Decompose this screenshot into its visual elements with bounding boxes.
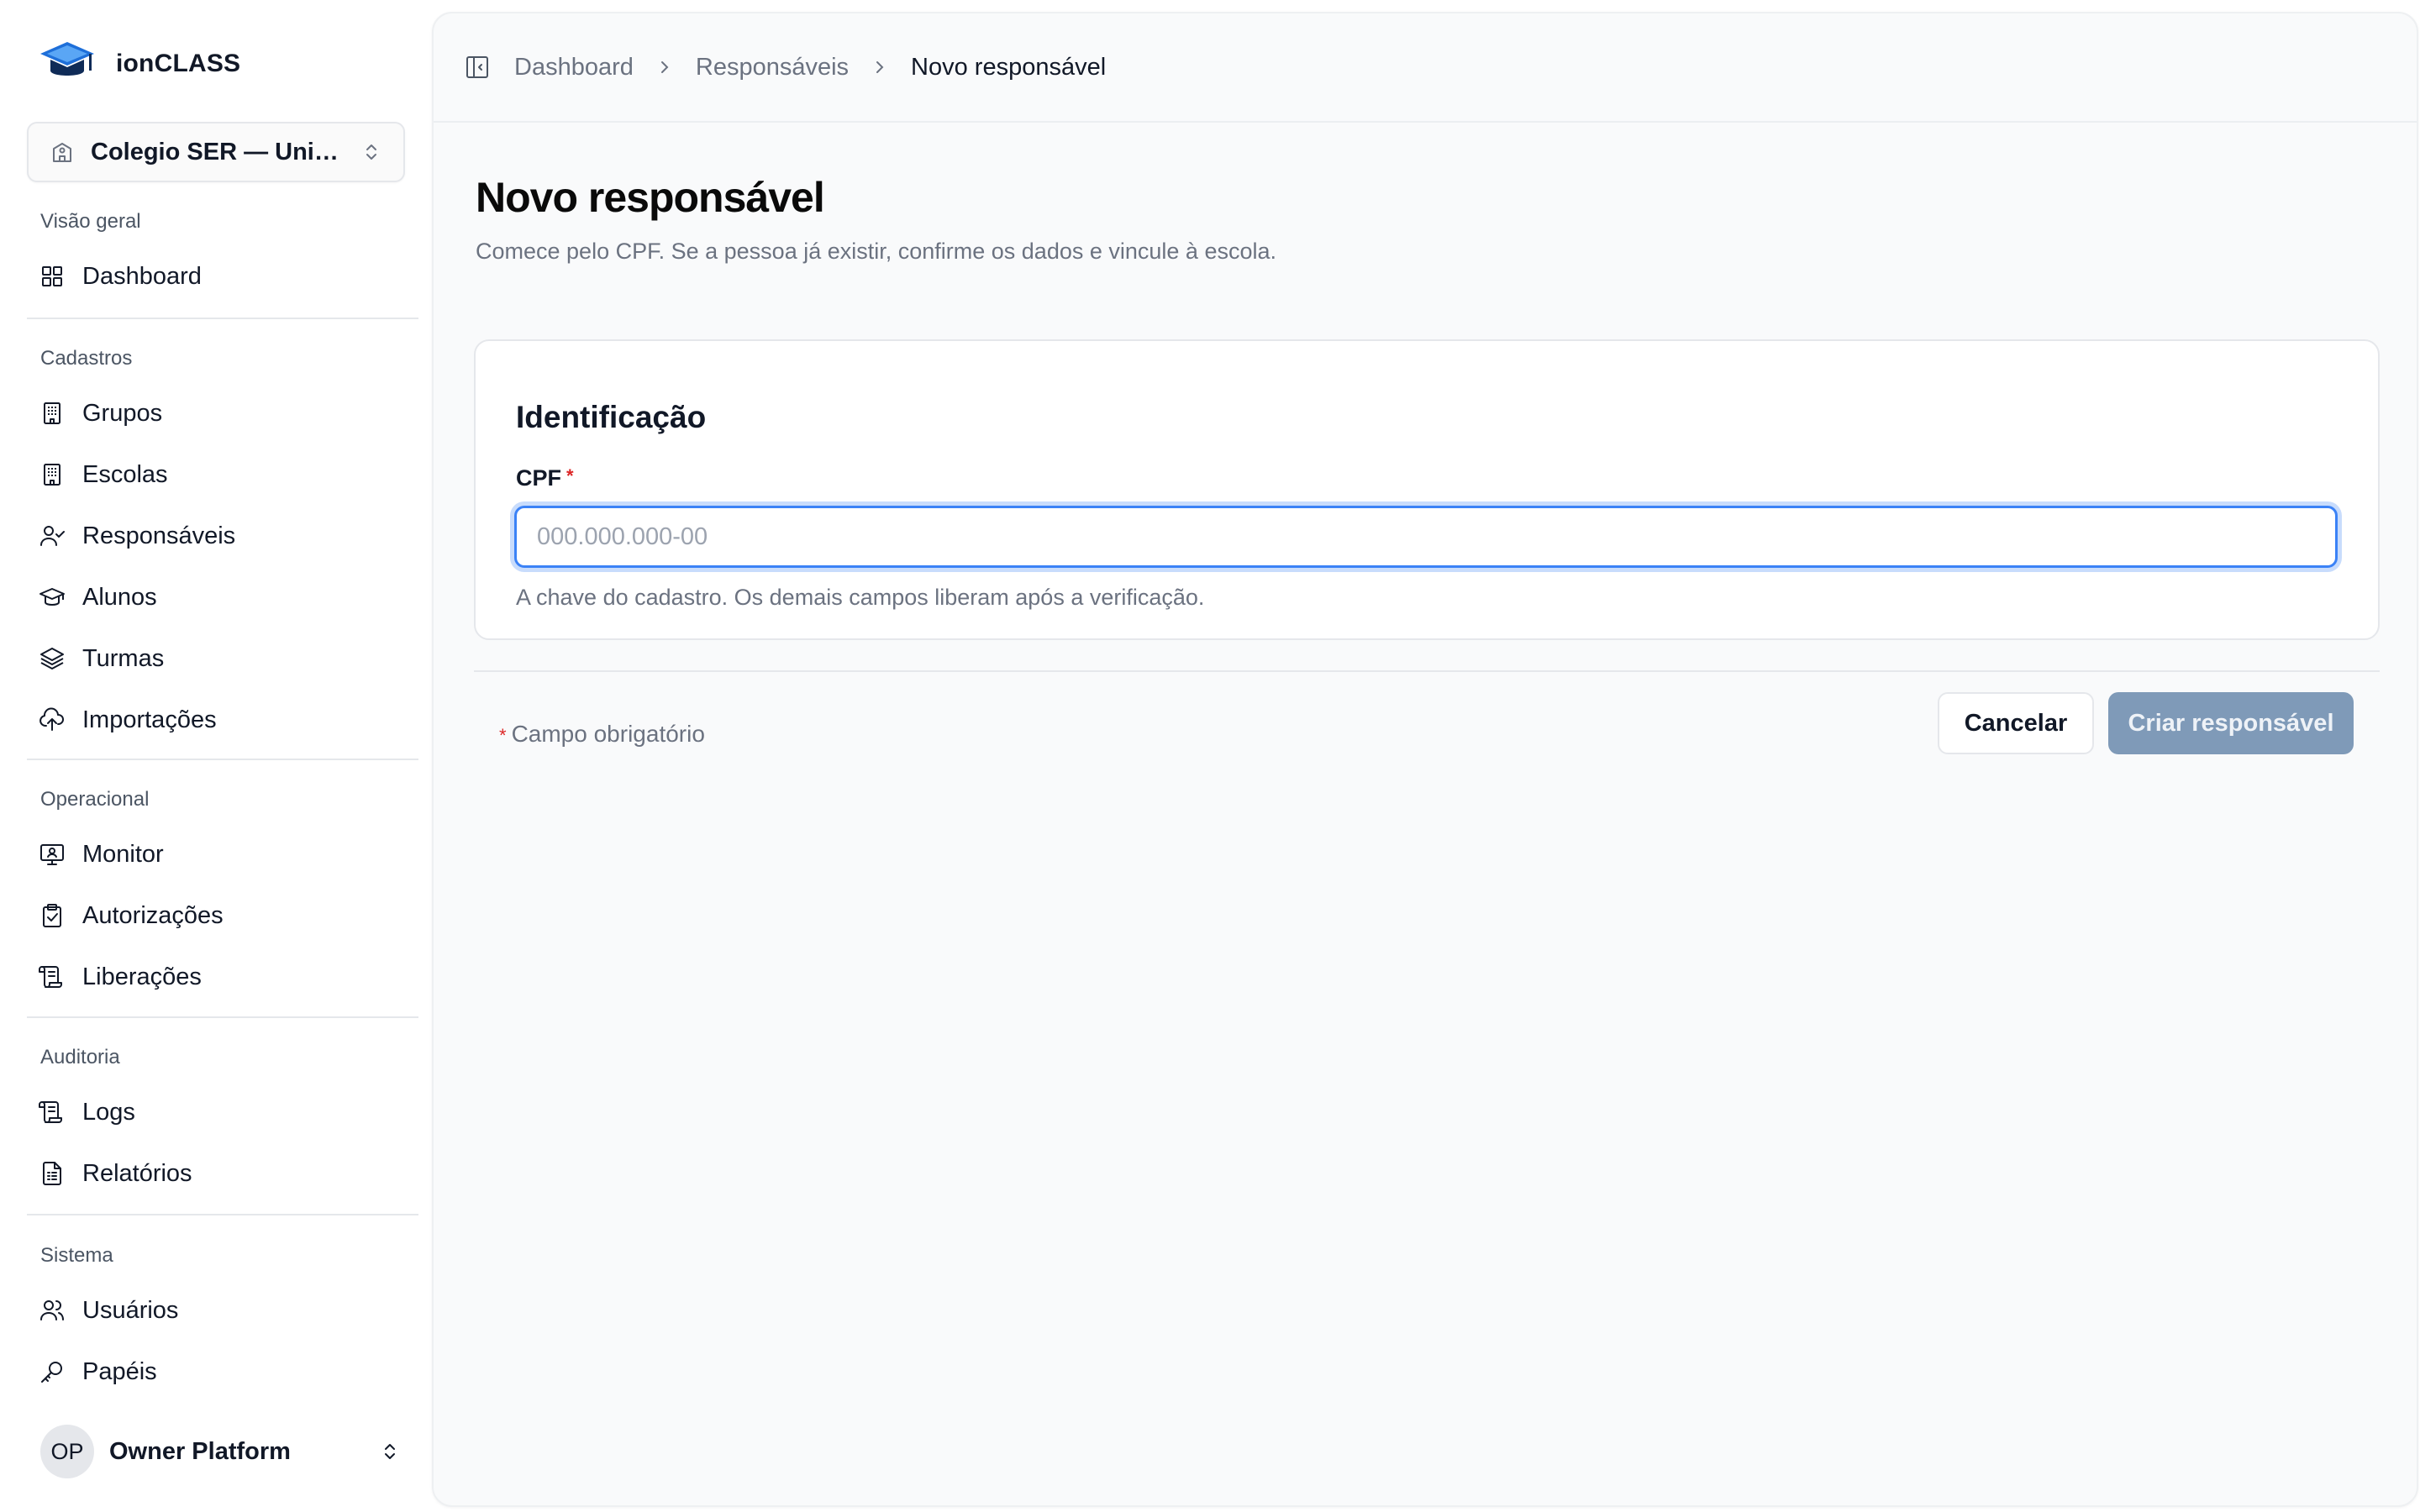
nav-group-operacional: Operacional: [40, 788, 150, 811]
form-footer-divider: [474, 670, 2380, 672]
nav-group-auditoria: Auditoria: [40, 1046, 120, 1068]
sidebar-item-autorizacoes[interactable]: Autorizações: [27, 890, 413, 941]
user-name: Owner Platform: [109, 1437, 291, 1465]
sidebar-item-liberacoes[interactable]: Liberações: [27, 952, 413, 1002]
cpf-label: CPF *: [516, 465, 574, 491]
main-panel: Dashboard Responsáveis Novo responsável …: [432, 12, 2418, 1507]
section-title: Identificação: [516, 400, 707, 434]
sidebar-item-label: Autorizações: [82, 901, 224, 929]
sidebar-item-responsaveis[interactable]: Responsáveis: [27, 511, 413, 561]
graduation-cap-icon: [39, 584, 66, 611]
sidebar-item-logs[interactable]: Logs: [27, 1087, 413, 1137]
cpf-input[interactable]: [514, 506, 2338, 568]
cpf-label-text: CPF: [516, 465, 561, 491]
breadcrumb-responsaveis[interactable]: Responsáveis: [696, 54, 849, 81]
user-check-icon: [39, 522, 66, 549]
sidebar-item-label: Dashboard: [82, 262, 202, 290]
building-icon: [39, 400, 66, 427]
sidebar-item-label: Escolas: [82, 460, 168, 488]
sidebar-item-label: Monitor: [82, 840, 164, 868]
school-select[interactable]: Colegio SER — Unida...: [27, 122, 405, 182]
required-note: * Campo obrigatório: [499, 721, 705, 748]
school-select-label: Colegio SER — Unida...: [91, 138, 345, 165]
sidebar-item-grupos[interactable]: Grupos: [27, 388, 413, 438]
sidebar-item-label: Papéis: [82, 1357, 157, 1385]
school-building-icon: [49, 139, 76, 165]
avatar: OP: [40, 1425, 94, 1478]
sidebar-item-label: Responsáveis: [82, 522, 236, 549]
dashboard-grid-icon: [39, 263, 66, 290]
scroll-icon: [39, 963, 66, 990]
sidebar-item-label: Turmas: [82, 644, 165, 672]
sidebar-item-label: Logs: [82, 1098, 135, 1126]
chevrons-up-down-icon: [360, 140, 383, 164]
identification-card: Identificação CPF * A chave do cadastro.…: [474, 339, 2380, 640]
sidebar-item-label: Usuários: [82, 1296, 179, 1324]
user-menu[interactable]: OP Owner Platform: [40, 1425, 402, 1478]
key-icon: [39, 1358, 66, 1385]
file-text-icon: [39, 1160, 66, 1187]
sidebar-item-escolas[interactable]: Escolas: [27, 449, 413, 500]
sidebar-item-dashboard[interactable]: Dashboard: [27, 251, 413, 302]
monitor-icon: [39, 841, 66, 868]
sidebar-toggle-icon[interactable]: [464, 54, 491, 81]
sidebar-item-label: Importações: [82, 706, 217, 733]
sidebar-item-papeis[interactable]: Papéis: [27, 1347, 413, 1397]
cancel-button[interactable]: Cancelar: [1938, 692, 2094, 754]
nav-group-sistema: Sistema: [40, 1244, 113, 1267]
sidebar-item-label: Grupos: [82, 399, 163, 427]
graduation-cap-logo-icon: [39, 39, 96, 90]
building-icon: [39, 461, 66, 488]
breadcrumb-dashboard[interactable]: Dashboard: [514, 54, 634, 81]
nav-divider: [27, 1214, 418, 1215]
sidebar-item-monitor[interactable]: Monitor: [27, 829, 413, 879]
nav-divider: [27, 759, 418, 760]
layers-icon: [39, 645, 66, 672]
chevron-right-icon: [871, 58, 889, 76]
sidebar-item-label: Alunos: [82, 583, 157, 611]
topbar: Dashboard Responsáveis Novo responsável: [434, 13, 2417, 123]
clipboard-check-icon: [39, 902, 66, 929]
cpf-help-text: A chave do cadastro. Os demais campos li…: [516, 585, 1205, 610]
sidebar: ionCLASS Colegio SER — Unida... Visão ge…: [0, 0, 427, 1512]
nav-group-visao-geral: Visão geral: [40, 210, 141, 233]
breadcrumb: Dashboard Responsáveis Novo responsável: [514, 54, 1106, 81]
scroll-icon: [39, 1099, 66, 1126]
sidebar-item-alunos[interactable]: Alunos: [27, 572, 413, 622]
users-icon: [39, 1297, 66, 1324]
sidebar-item-turmas[interactable]: Turmas: [27, 633, 413, 684]
nav-divider: [27, 318, 418, 319]
required-asterisk: *: [499, 725, 507, 746]
brand[interactable]: ionCLASS: [39, 37, 240, 91]
page-subtitle: Comece pelo CPF. Se a pessoa já existir,…: [476, 239, 1276, 264]
chevrons-up-down-icon: [378, 1440, 402, 1463]
nav-divider: [27, 1016, 418, 1018]
sidebar-item-label: Relatórios: [82, 1159, 192, 1187]
sidebar-item-relatorios[interactable]: Relatórios: [27, 1148, 413, 1199]
required-asterisk: *: [566, 465, 574, 486]
nav-group-cadastros: Cadastros: [40, 347, 133, 370]
sidebar-item-importacoes[interactable]: Importações: [27, 695, 413, 745]
sidebar-item-label: Liberações: [82, 963, 202, 990]
create-responsavel-button[interactable]: Criar responsável: [2108, 692, 2354, 754]
sidebar-item-usuarios[interactable]: Usuários: [27, 1285, 413, 1336]
app-name: ionCLASS: [116, 50, 241, 77]
page-title: Novo responsável: [476, 174, 825, 221]
required-note-text: Campo obrigatório: [511, 721, 705, 747]
cloud-upload-icon: [39, 706, 66, 733]
breadcrumb-current: Novo responsável: [911, 53, 1107, 81]
chevron-right-icon: [655, 58, 674, 76]
